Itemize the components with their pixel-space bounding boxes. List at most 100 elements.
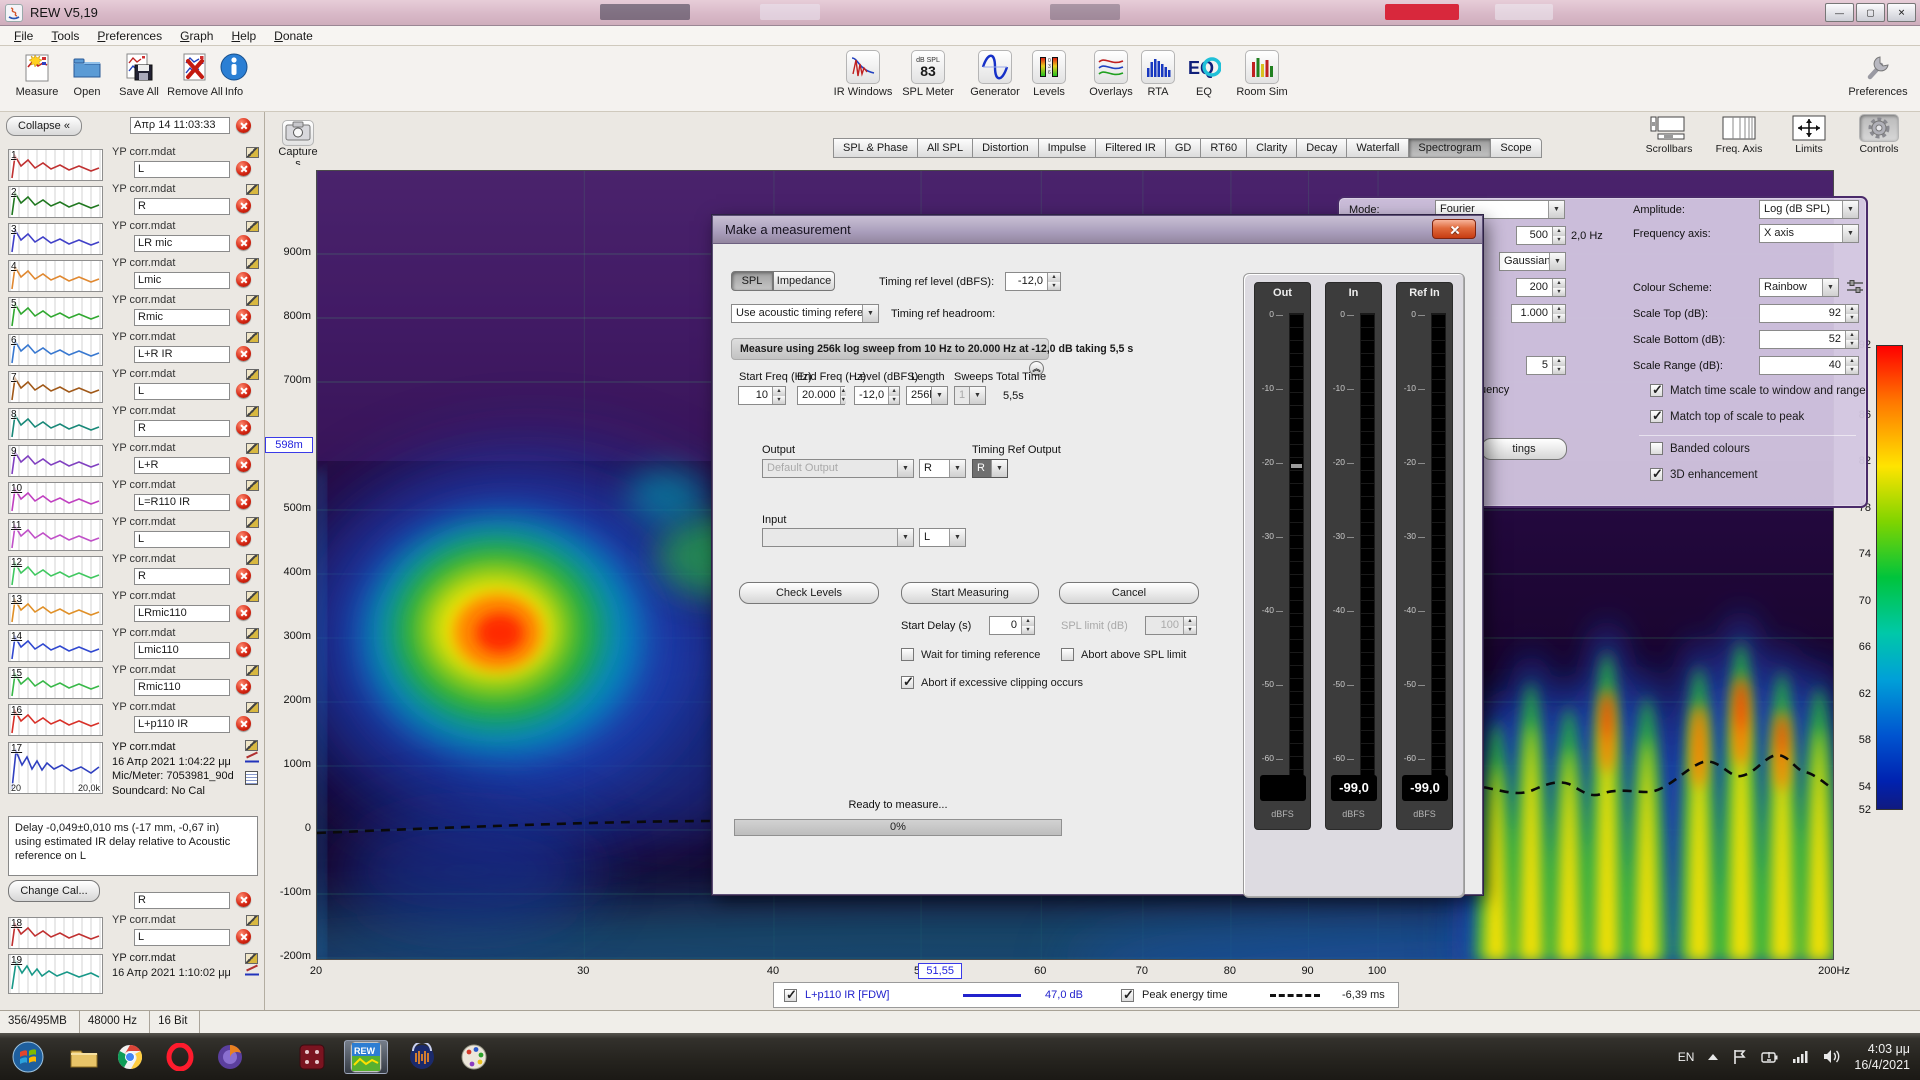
minimize-button[interactable]: — xyxy=(1825,3,1854,22)
eq-button[interactable]: EQ EQ xyxy=(1182,50,1226,98)
info-button[interactable]: Info xyxy=(214,50,254,98)
measurement-name-field[interactable]: L xyxy=(134,531,230,548)
volume-icon[interactable] xyxy=(1823,1049,1841,1064)
taskbar-browser-icon[interactable] xyxy=(208,1040,252,1074)
slices-spinner[interactable]: 200▲▼ xyxy=(1516,278,1566,297)
measurement-row[interactable]: 1 YP corr.mdat L xyxy=(0,146,264,183)
generator-button[interactable]: Generator xyxy=(960,50,1030,98)
scale-top-spinner[interactable]: 92▲▼ xyxy=(1759,304,1859,323)
measurement-name-field[interactable]: R xyxy=(134,420,230,437)
freq-axis-button[interactable]: Freq. Axis xyxy=(1712,114,1766,155)
graph-tab[interactable]: RT60 xyxy=(1200,138,1246,158)
taskbar-opera-icon[interactable] xyxy=(158,1040,202,1074)
measurement-name-field[interactable]: R xyxy=(134,568,230,585)
measurement-name-field[interactable]: Lmic110 xyxy=(134,642,230,659)
delete-measurement-icon[interactable] xyxy=(236,605,251,620)
measurement-name-field[interactable]: L+R xyxy=(134,457,230,474)
checkbox[interactable] xyxy=(1061,648,1074,661)
spl-meter-button[interactable]: dB SPL83 SPL Meter xyxy=(893,50,963,98)
measurement-name-field[interactable]: R xyxy=(134,198,230,215)
delete-measurement-icon[interactable] xyxy=(236,420,251,435)
delete-measurement-icon[interactable] xyxy=(236,494,251,509)
delete-measurement-icon[interactable] xyxy=(236,309,251,324)
collapse-button[interactable]: Collapse « xyxy=(6,116,82,136)
edit-icon[interactable] xyxy=(246,258,259,269)
colour-settings-icon[interactable] xyxy=(1845,278,1865,296)
measurement-row[interactable]: 5 YP corr.mdat Rmic xyxy=(0,294,264,331)
edit-icon[interactable] xyxy=(245,953,258,964)
panel-checkbox-row[interactable]: Match top of scale to peak xyxy=(1650,410,1804,423)
maximize-button[interactable]: ▢ xyxy=(1856,3,1885,22)
delete-measurement-icon[interactable] xyxy=(236,161,251,176)
measurement-name-field[interactable]: Απρ 14 11:03:33 xyxy=(130,117,230,134)
close-button[interactable]: ✕ xyxy=(1887,3,1916,22)
measurement-row[interactable]: 2 YP corr.mdat R xyxy=(0,183,264,220)
graph-tab[interactable]: Spectrogram xyxy=(1408,138,1490,158)
delete-measurement-icon[interactable] xyxy=(236,346,251,361)
measurement-row[interactable]: 7 YP corr.mdat L xyxy=(0,368,264,405)
network-signal-icon[interactable] xyxy=(1792,1050,1810,1064)
measurement-name-field[interactable]: L xyxy=(134,161,230,178)
panel-checkbox-row[interactable]: 3D enhancement xyxy=(1650,468,1758,481)
frequency-axis-dropdown[interactable]: X axis▼ xyxy=(1759,224,1859,243)
dialog-close-button[interactable] xyxy=(1432,219,1476,239)
graph-tab[interactable]: GD xyxy=(1165,138,1201,158)
checkbox[interactable] xyxy=(1650,442,1663,455)
graph-tab[interactable]: SPL & Phase xyxy=(833,138,917,158)
tray-expand-icon[interactable] xyxy=(1707,1053,1719,1061)
delete-measurement-icon[interactable] xyxy=(236,642,251,657)
taskbar-paint-icon[interactable] xyxy=(452,1040,496,1074)
edit-icon[interactable] xyxy=(246,406,259,417)
graph-tab[interactable]: Waterfall xyxy=(1346,138,1408,158)
menu-item[interactable]: Donate xyxy=(266,27,321,45)
measurement-row[interactable]: 6 YP corr.mdat L+R IR xyxy=(0,331,264,368)
timing-reference-dropdown[interactable]: Use acoustic timing reference▼ xyxy=(731,304,879,323)
graph-tab[interactable]: Distortion xyxy=(972,138,1037,158)
start-delay-spinner[interactable]: 0▲▼ xyxy=(989,616,1035,635)
measurement-name-field[interactable]: L xyxy=(134,383,230,400)
measurement-row[interactable]: 16 YP corr.mdat L+p110 IR xyxy=(0,701,264,738)
edit-icon[interactable] xyxy=(246,517,259,528)
edit-icon[interactable] xyxy=(246,147,259,158)
measurement-row[interactable]: 15 YP corr.mdat Rmic110 xyxy=(0,664,264,701)
measurement-row[interactable]: 9 YP corr.mdat L+R xyxy=(0,442,264,479)
rta-button[interactable]: RTA xyxy=(1135,50,1181,98)
panel-checkbox-row[interactable]: Banded colours xyxy=(1650,442,1750,455)
checkbox[interactable] xyxy=(1650,468,1663,481)
edit-icon[interactable] xyxy=(246,702,259,713)
delete-measurement-icon[interactable] xyxy=(236,118,251,133)
edit-icon[interactable] xyxy=(246,628,259,639)
measurement-row[interactable]: 10 YP corr.mdat L=R110 IR xyxy=(0,479,264,516)
delete-measurement-icon[interactable] xyxy=(236,531,251,546)
scale-bottom-spinner[interactable]: 52▲▼ xyxy=(1759,330,1859,349)
delete-measurement-icon[interactable] xyxy=(236,892,251,907)
dialog-title-bar[interactable]: Make a measurement xyxy=(713,216,1482,244)
sweeps-dropdown[interactable]: 1▼ xyxy=(954,386,986,405)
impedance-tab[interactable]: Impedance xyxy=(773,271,835,291)
end-freq-spinner[interactable]: 20.000▲▼ xyxy=(797,386,845,405)
edit-icon[interactable] xyxy=(246,480,259,491)
taskbar-chrome-icon[interactable] xyxy=(108,1040,152,1074)
wait-timing-checkbox-row[interactable]: Wait for timing reference xyxy=(901,648,1040,661)
checkbox[interactable] xyxy=(1650,384,1663,397)
edit-icon[interactable] xyxy=(246,184,259,195)
graph-tab[interactable]: All SPL xyxy=(917,138,972,158)
measurement-row[interactable]: 14 YP corr.mdat Lmic110 xyxy=(0,627,264,664)
delay-notes-text[interactable]: Delay -0,049±0,010 ms (-17 mm, -0,67 in)… xyxy=(8,816,258,876)
delete-measurement-icon[interactable] xyxy=(236,198,251,213)
menu-item[interactable]: Preferences xyxy=(89,27,170,45)
edit-icon[interactable] xyxy=(245,740,258,751)
abort-clipping-checkbox-row[interactable]: Abort if excessive clipping occurs xyxy=(901,676,1083,689)
change-cal-button[interactable]: Change Cal... xyxy=(8,880,100,902)
measurement-name-field[interactable]: L xyxy=(134,929,230,946)
start-measuring-button[interactable]: Start Measuring xyxy=(901,582,1039,604)
points-spinner[interactable]: 1.000▲▼ xyxy=(1511,304,1566,323)
measurement-name-field[interactable]: Lmic xyxy=(134,272,230,289)
measurement-name-field[interactable]: Rmic110 xyxy=(134,679,230,696)
taskbar-clock[interactable]: 4:03 μμ 16/4/2021 xyxy=(1854,1041,1910,1073)
output-channel-dropdown[interactable]: R▼ xyxy=(919,459,966,478)
delete-measurement-icon[interactable] xyxy=(236,679,251,694)
abort-spl-checkbox-row[interactable]: Abort above SPL limit xyxy=(1061,648,1186,661)
notes-icon[interactable] xyxy=(245,771,258,785)
action-center-flag-icon[interactable] xyxy=(1732,1049,1748,1065)
